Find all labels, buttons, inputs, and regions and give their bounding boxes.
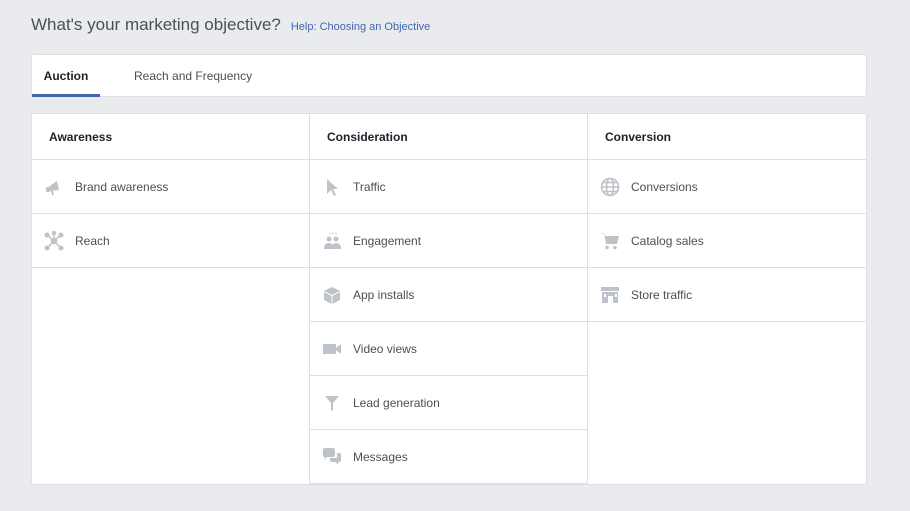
objective-label: Lead generation [353,395,440,410]
buying-type-tabs: Auction Reach and Frequency [31,54,867,97]
objective-label: Brand awareness [75,179,169,194]
objective-label: Video views [353,341,417,356]
megaphone-icon [43,176,65,198]
objective-app-installs[interactable]: App installs [310,268,587,322]
objective-traffic[interactable]: Traffic [310,160,587,214]
help-link[interactable]: Help: Choosing an Objective [291,21,430,33]
box-icon [321,284,343,306]
objective-label: Catalog sales [631,233,704,248]
objective-label: App installs [353,287,415,302]
column-consideration: Consideration Traffic Engagement App ins… [310,114,588,484]
objective-catalog-sales[interactable]: Catalog sales [588,214,866,268]
tab-reach-and-frequency[interactable]: Reach and Frequency [126,55,262,96]
network-icon [43,230,65,252]
objective-label: Messages [353,449,408,464]
tab-auction[interactable]: Auction [32,55,100,97]
page-title: What's your marketing objective? [31,15,281,34]
globe-icon [599,176,621,198]
cursor-icon [321,176,343,198]
objective-video-views[interactable]: Video views [310,322,587,376]
column-heading: Awareness [32,114,309,160]
column-heading: Consideration [310,114,587,160]
objective-conversions[interactable]: Conversions [588,160,866,214]
objective-grid: Awareness Brand awareness Reach Consider… [31,113,867,485]
funnel-icon [321,392,343,414]
objective-store-traffic[interactable]: Store traffic [588,268,866,322]
objective-lead-generation[interactable]: Lead generation [310,376,587,430]
objective-messages[interactable]: Messages [310,430,587,484]
page-header: What's your marketing objective? Help: C… [31,15,430,35]
objective-label: Conversions [631,179,698,194]
objective-label: Engagement [353,233,422,248]
column-heading: Conversion [588,114,866,160]
chat-bubbles-icon [321,446,343,468]
objective-label: Reach [75,233,110,248]
objective-label: Traffic [353,179,386,194]
storefront-icon [599,284,621,306]
video-camera-icon [321,338,343,360]
objective-label: Store traffic [631,287,693,302]
objective-engagement[interactable]: Engagement [310,214,587,268]
objective-reach[interactable]: Reach [32,214,309,268]
shopping-cart-icon [599,230,621,252]
column-awareness: Awareness Brand awareness Reach [32,114,310,484]
objective-brand-awareness[interactable]: Brand awareness [32,160,309,214]
people-icon [321,230,343,252]
column-conversion: Conversion Conversions Catalog sales Sto… [588,114,866,484]
